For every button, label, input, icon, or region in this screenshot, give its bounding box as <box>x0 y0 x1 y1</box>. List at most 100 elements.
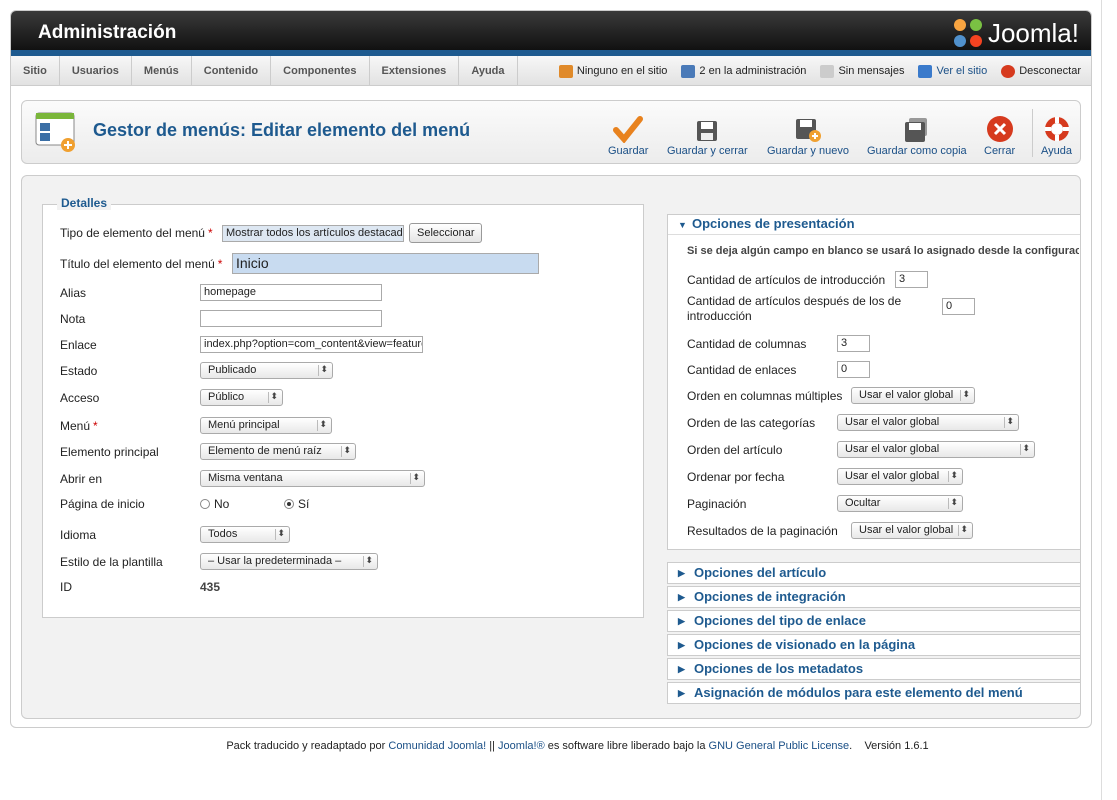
alias-field[interactable]: homepage <box>200 284 382 301</box>
pag-results-select[interactable]: Usar el valor global ⬍ <box>851 522 973 539</box>
options-panel: ▼ Opciones de presentación Si se deja alg… <box>667 214 1081 706</box>
parent-row: Elemento principal Elemento de menú raíz… <box>60 443 356 460</box>
pane-article-options[interactable]: ▶ Opciones del artículo <box>667 562 1081 584</box>
pane-metadata-options[interactable]: ▶ Opciones de los metadatos <box>667 658 1081 680</box>
art-order-row: Orden del artículo Usar el valor global ⬍ <box>687 441 1035 458</box>
after-field[interactable]: 0 <box>942 298 975 315</box>
open-row: Abrir en Misma ventana ⬍ <box>60 470 425 487</box>
save-close-button[interactable]: Guardar y cerrar <box>667 113 748 157</box>
toolbar-divider <box>1032 109 1033 157</box>
presentation-options: ▼ Opciones de presentación Si se deja alg… <box>667 214 1081 550</box>
intro-row: Cantidad de artículos de introducción 3 <box>687 271 928 288</box>
home-yes-radio[interactable]: Sí <box>284 497 309 511</box>
pane-module-assignment[interactable]: ▶ Asignación de módulos para este element… <box>667 682 1081 704</box>
columns-row: Cantidad de columnas 3 <box>687 335 870 352</box>
note-label: Nota <box>60 311 86 326</box>
link-field[interactable]: index.php?option=com_content&view=featur… <box>200 336 423 353</box>
triangle-right-icon: ▶ <box>678 616 685 626</box>
lang-select[interactable]: Todos ⬍ <box>200 526 290 543</box>
state-row: Estado Publicado ⬍ <box>60 362 333 379</box>
select-type-button[interactable]: Seleccionar <box>409 223 483 243</box>
save-new-button[interactable]: Guardar y nuevo <box>767 113 849 157</box>
messages-icon <box>820 64 835 78</box>
note-field[interactable] <box>200 310 382 327</box>
style-select[interactable]: – Usar la predeterminada – ⬍ <box>200 553 378 570</box>
alias-row: Alias homepage <box>60 284 382 301</box>
close-button[interactable]: Cerrar <box>984 113 1015 157</box>
menu-select[interactable]: Menú principal ⬍ <box>200 417 332 434</box>
joomla-logo: Joomla! <box>951 17 1079 49</box>
details-legend: Detalles <box>57 196 112 210</box>
triangle-right-icon: ▶ <box>678 592 685 602</box>
view-site-link[interactable]: Ver el sitio <box>918 64 987 78</box>
link-row: Enlace index.php?option=com_content&view… <box>60 336 423 353</box>
menu-menus[interactable]: Menús <box>132 56 192 86</box>
floppy-icon <box>697 121 718 141</box>
pane-link-type-options[interactable]: ▶ Opciones del tipo de enlace <box>667 610 1081 632</box>
admin-title: Administración <box>38 22 177 43</box>
radio-no[interactable] <box>200 498 210 509</box>
menu-manager-icon <box>35 112 75 152</box>
scrollbar[interactable] <box>1101 0 1117 800</box>
links-row: Cantidad de enlaces 0 <box>687 361 870 378</box>
id-value: 435 <box>200 580 221 594</box>
floppy-copy-icon <box>904 118 927 142</box>
triangle-right-icon: ▶ <box>678 568 685 578</box>
help-button[interactable]: Ayuda <box>1041 113 1072 157</box>
menu-componentes[interactable]: Componentes <box>271 56 370 86</box>
note-row: Nota <box>60 310 382 327</box>
parent-select[interactable]: Elemento de menú raíz ⬍ <box>200 443 356 460</box>
state-select[interactable]: Publicado ⬍ <box>200 362 333 379</box>
menu-contenido[interactable]: Contenido <box>192 56 272 86</box>
save-copy-button[interactable]: Guardar como copia <box>867 113 967 157</box>
menu-row: Menú * Menú principal ⬍ <box>60 417 332 434</box>
links-field[interactable]: 0 <box>837 361 870 378</box>
title-field[interactable]: Inicio <box>232 253 539 274</box>
state-label: Estado <box>60 363 98 378</box>
style-row: Estilo de la plantilla – Usar la predete… <box>60 553 378 570</box>
title-label: Título del elemento del menú * <box>60 256 223 271</box>
pane-page-display-options[interactable]: ▶ Opciones de visionado en la página <box>667 634 1081 656</box>
after-row: Cantidad de artículos después de los de … <box>687 294 975 324</box>
menu-extensiones[interactable]: Extensiones <box>370 56 460 86</box>
radio-yes[interactable] <box>284 498 294 509</box>
date-order-row: Ordenar por fecha Usar el valor global ⬍ <box>687 468 963 485</box>
close-icon <box>986 116 1013 142</box>
presentation-header[interactable]: ▼ Opciones de presentación <box>668 215 1080 235</box>
menu-sitio[interactable]: Sitio <box>11 56 60 86</box>
date-order-select[interactable]: Usar el valor global ⬍ <box>837 468 963 485</box>
cat-order-select[interactable]: Usar el valor global ⬍ <box>837 414 1019 431</box>
triangle-right-icon: ▶ <box>678 640 685 650</box>
columns-field[interactable]: 3 <box>837 335 870 352</box>
open-select[interactable]: Misma ventana ⬍ <box>200 470 425 487</box>
multicol-select[interactable]: Usar el valor global ⬍ <box>851 387 975 404</box>
footer: Pack traducido y readaptado por Comunida… <box>226 740 929 752</box>
pagination-select[interactable]: Ocultar ⬍ <box>837 495 963 512</box>
footer-link-joomla[interactable]: Joomla!® <box>498 740 545 752</box>
monitor-icon <box>918 64 933 78</box>
home-no-radio[interactable]: No <box>200 497 284 511</box>
logout-link[interactable]: Desconectar <box>1001 64 1081 78</box>
pane-integration-options[interactable]: ▶ Opciones de integración <box>667 586 1081 608</box>
intro-field[interactable]: 3 <box>895 271 928 288</box>
access-label: Acceso <box>60 390 100 405</box>
title-row: Título del elemento del menú * Inicio <box>60 253 539 274</box>
footer-link-gpl[interactable]: GNU General Public License <box>709 740 850 752</box>
messages-status[interactable]: Sin mensajes <box>820 64 904 78</box>
open-label: Abrir en <box>60 471 103 486</box>
footer-link-community[interactable]: Comunidad Joomla! <box>388 740 486 752</box>
alias-label: Alias <box>60 285 87 300</box>
pagination-row: Paginación Ocultar ⬍ <box>687 495 963 512</box>
edit-form: Detalles Tipo de elemento del menú * Most… <box>21 175 1081 719</box>
menu-ayuda[interactable]: Ayuda <box>459 56 518 86</box>
access-select[interactable]: Público ⬍ <box>200 389 283 406</box>
triangle-right-icon: ▶ <box>678 688 685 698</box>
menu-usuarios[interactable]: Usuarios <box>60 56 132 86</box>
art-order-select[interactable]: Usar el valor global ⬍ <box>837 441 1035 458</box>
admin-users-icon <box>681 64 696 78</box>
home-label: Página de inicio <box>60 497 145 511</box>
page-title: Gestor de menús: Editar elemento del men… <box>93 120 471 140</box>
pag-results-row: Resultados de la paginación Usar el valo… <box>687 522 973 539</box>
site-users-status: Ninguno en el sitio <box>558 64 667 78</box>
save-button[interactable]: Guardar <box>608 113 648 157</box>
